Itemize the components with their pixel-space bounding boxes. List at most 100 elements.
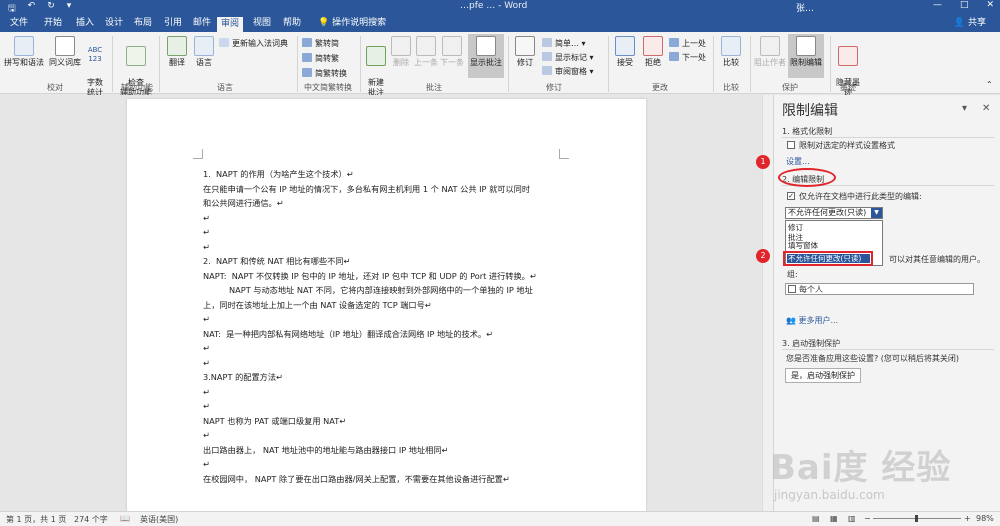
tell-me-search[interactable]: 💡 操作说明搜索 [318, 16, 386, 31]
share-button[interactable]: 👤 共享 [954, 16, 986, 31]
option-filling-forms[interactable]: 填写窗体 [788, 241, 818, 250]
track-changes-button[interactable]: 修订 [512, 36, 538, 68]
more-users-link[interactable]: 👥 更多用户... [786, 315, 838, 326]
reviewing-pane-dropdown[interactable]: 审阅窗格 ▾ [542, 66, 594, 77]
document-line[interactable]: ↵ [203, 240, 573, 255]
document-line[interactable]: ↵ [203, 385, 573, 400]
tab-review[interactable]: 审阅 [217, 17, 244, 32]
tab-references[interactable]: 引用 [160, 16, 186, 32]
word-count[interactable]: 274 个字 [74, 514, 108, 525]
zoom-in-icon[interactable]: + [964, 514, 971, 523]
simple-markup-label: 简单… [555, 39, 579, 48]
user-name[interactable]: 张… [796, 1, 814, 14]
page-count[interactable]: 第 1 页，共 1 页 [6, 514, 66, 525]
pane-options-icon[interactable]: ▾ [962, 103, 967, 114]
read-mode-icon[interactable]: ▤ [812, 514, 820, 523]
compare-button[interactable]: 比较 [718, 36, 744, 68]
update-ime-label: 更新输入法词典 [232, 39, 288, 48]
divider [782, 349, 994, 350]
word-count-button[interactable]: ABC 123 字数 统计 [84, 36, 106, 98]
restrict-editing-button[interactable]: 限制编辑 [788, 34, 824, 78]
close-button[interactable]: ✕ [986, 0, 994, 10]
minimize-button[interactable]: — [933, 0, 942, 10]
document-line[interactable]: ↵ [203, 312, 573, 327]
settings-link[interactable]: 设置... [786, 156, 810, 167]
document-line[interactable]: ↵ [203, 399, 573, 414]
tab-insert[interactable]: 插入 [72, 16, 98, 32]
close-icon[interactable]: ✕ [982, 103, 990, 114]
document-body[interactable]: 1. NAPT 的作用（为啥产生这个技术）↵ 在只能申请一个公有 IP 地址的情况… [203, 167, 573, 486]
print-layout-icon[interactable]: ▦ [830, 514, 838, 523]
tab-view[interactable]: 视图 [249, 16, 275, 32]
update-ime-dictionary-button[interactable]: 更新输入法词典 [219, 38, 288, 49]
formatting-restriction-checkbox[interactable] [787, 141, 795, 149]
tab-mailings[interactable]: 邮件 [189, 16, 215, 32]
document-line[interactable]: ↵ [203, 428, 573, 443]
simplified-to-traditional-button[interactable]: 简转繁 [302, 53, 339, 64]
chinese-conversion-button[interactable]: 简繁转换 [302, 68, 347, 79]
show-markup-dropdown[interactable]: 显示标记 ▾ [542, 52, 594, 63]
document-line[interactable]: NAPT 与动态地址 NAT 不同，它将内部连接映射到外部网络中的一个单独的 I… [203, 283, 573, 298]
thesaurus-button[interactable]: 同义词库 [47, 36, 83, 68]
document-line[interactable]: 在校园网中， NAPT 除了要在出口路由器/网关上配置，不需要在其他设备进行配置… [203, 472, 573, 487]
everyone-checkbox[interactable] [788, 285, 796, 293]
chevron-down-icon[interactable]: ▼ [871, 208, 882, 218]
reviewing-pane-icon [542, 66, 552, 75]
document-line[interactable]: NAPT: NAPT 不仅转换 IP 包中的 IP 地址，还对 IP 包中 TC… [203, 269, 573, 284]
block-authors-icon [760, 36, 780, 56]
collapse-ribbon-icon[interactable]: ⌃ [986, 80, 993, 90]
document-line[interactable]: NAT: 是一种把内部私有网络地址（IP 地址）翻译成合法网络 IP 地址的技术… [203, 327, 573, 342]
previous-change-button[interactable]: 上一处 [669, 38, 706, 49]
tab-home[interactable]: 开始 [40, 16, 66, 32]
zoom-level[interactable]: 98% [976, 514, 994, 523]
tab-help[interactable]: 帮助 [279, 16, 305, 32]
editing-restriction-checkbox[interactable]: ✓ [787, 192, 795, 200]
language-status[interactable]: 英语(美国) [140, 514, 178, 525]
next-comment-button[interactable]: 下一条 [440, 36, 464, 68]
option-tracked-changes[interactable]: 修订 [788, 223, 803, 232]
display-for-review-dropdown[interactable]: 简单… ▾ [542, 38, 586, 49]
document-line[interactable]: ↵ [203, 341, 573, 356]
document-line[interactable]: 出口路由器上， NAT 地址池中的地址能与路由器接口 IP 地址相同↵ [203, 443, 573, 458]
proofing-status-icon[interactable]: 📖 [120, 514, 130, 523]
editing-type-dropdown[interactable]: 不允许任何更改(只读) ▼ [785, 207, 883, 219]
book-icon [55, 36, 75, 56]
new-comment-button[interactable]: 新建 批注 [364, 36, 388, 98]
previous-comment-button[interactable]: 上一条 [414, 36, 438, 68]
document-line[interactable]: NAPT 也称为 PAT 或端口级复用 NAT↵ [203, 414, 573, 429]
document-line[interactable]: 3.NAPT 的配置方法↵ [203, 370, 573, 385]
translate-button[interactable]: 翻译 [164, 36, 190, 68]
document-line[interactable]: 和公共网进行通信。↵ [203, 196, 573, 211]
document-line[interactable]: ↵ [203, 356, 573, 371]
web-layout-icon[interactable]: ▥ [848, 514, 856, 523]
language-button[interactable]: 语言 [191, 36, 217, 68]
zoom-slider-thumb[interactable] [915, 515, 918, 522]
document-line[interactable]: 在只能申请一个公有 IP 地址的情况下，多台私有网主机利用 1 个 NAT 公共… [203, 182, 573, 197]
title-bar: 🖫 ↶ ↻ ▾ …pfe … - Word 张… — □ ✕ [0, 0, 1000, 14]
zoom-out-icon[interactable]: − [864, 514, 871, 523]
document-line[interactable]: ↵ [203, 225, 573, 240]
reject-button[interactable]: 拒绝 [640, 36, 666, 68]
next-change-button[interactable]: 下一处 [669, 52, 706, 63]
document-line[interactable]: ↵ [203, 211, 573, 226]
document-line[interactable]: ↵ [203, 457, 573, 472]
maximize-button[interactable]: □ [960, 0, 969, 10]
start-enforcement-button[interactable]: 是，启动强制保护 [785, 368, 861, 383]
document-area: 1. NAPT 的作用（为啥产生这个技术）↵ 在只能申请一个公有 IP 地址的情况… [0, 95, 773, 511]
zoom-slider[interactable] [873, 515, 961, 522]
groups-list[interactable]: 每个人 [785, 283, 974, 295]
block-authors-button[interactable]: 阻止作者 [754, 36, 786, 68]
accept-button[interactable]: 接受 [612, 36, 638, 68]
tab-design[interactable]: 设计 [101, 16, 127, 32]
spelling-grammar-button[interactable]: 拼写和语法 [4, 36, 44, 68]
delete-comment-button[interactable]: 删除 [390, 36, 412, 68]
traditional-to-simplified-button[interactable]: 繁转简 [302, 38, 339, 49]
document-line[interactable]: 1. NAPT 的作用（为啥产生这个技术）↵ [203, 167, 573, 182]
show-comments-button[interactable]: 显示批注 [468, 34, 504, 78]
document-line[interactable]: 2. NAPT 和传统 NAT 相比有哪些不同↵ [203, 254, 573, 269]
document-line[interactable]: 上，同时在该地址上加上一个由 NAT 设备选定的 TCP 端口号↵ [203, 298, 573, 313]
tab-layout[interactable]: 布局 [130, 16, 156, 32]
reject-icon [643, 36, 663, 56]
document-page[interactable]: 1. NAPT 的作用（为啥产生这个技术）↵ 在只能申请一个公有 IP 地址的情况… [127, 99, 646, 511]
tab-file[interactable]: 文件 [6, 16, 32, 32]
